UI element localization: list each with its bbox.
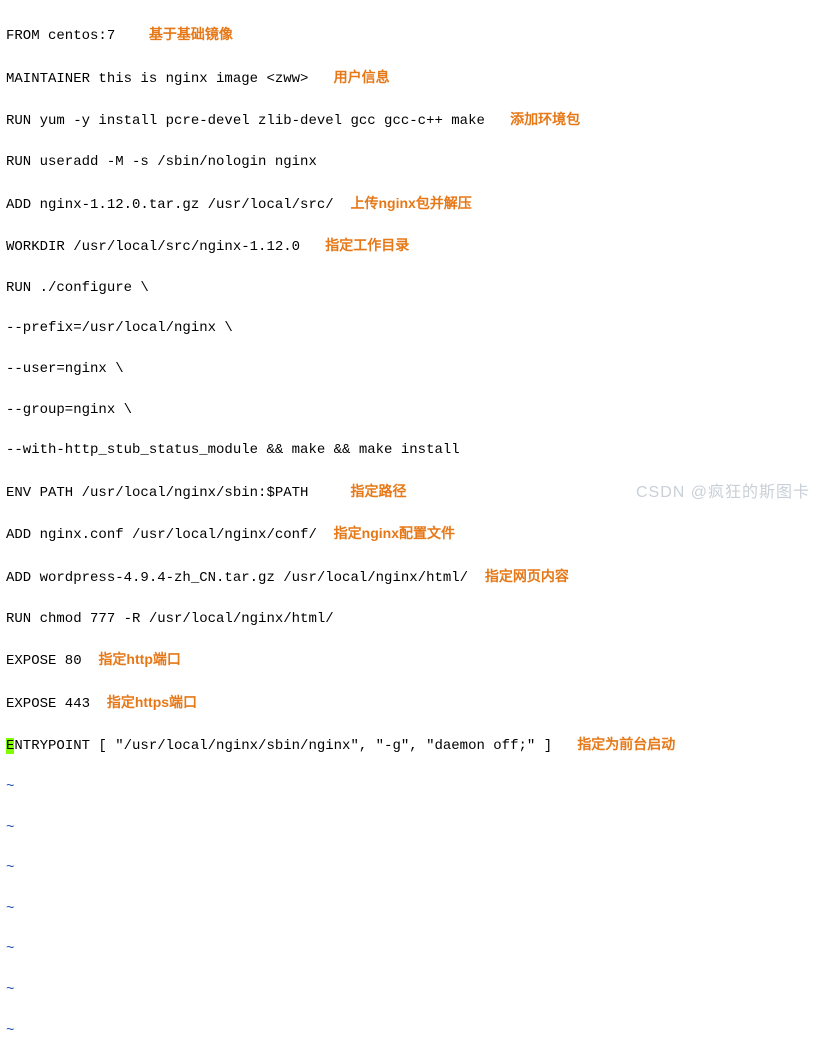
code-text: --user=nginx \: [6, 361, 124, 377]
code-line: ENV PATH /usr/local/nginx/sbin:$PATH 指定路…: [6, 481, 824, 503]
code-text: RUN useradd -M -s /sbin/nologin nginx: [6, 154, 317, 170]
code-text: ENV PATH /usr/local/nginx/sbin:$PATH: [6, 485, 308, 501]
code-line: WORKDIR /usr/local/src/nginx-1.12.0 指定工作…: [6, 235, 824, 257]
annotation: 用户信息: [334, 69, 390, 85]
annotation: 添加环境包: [510, 111, 580, 127]
code-line: RUN chmod 777 -R /usr/local/nginx/html/: [6, 609, 824, 629]
code-text: RUN yum -y install pcre-devel zlib-devel…: [6, 113, 485, 129]
code-text: ADD wordpress-4.9.4-zh_CN.tar.gz /usr/lo…: [6, 570, 468, 586]
code-line: RUN yum -y install pcre-devel zlib-devel…: [6, 109, 824, 131]
code-line: MAINTAINER this is nginx image <zww> 用户信…: [6, 67, 824, 89]
code-text: EXPOSE 80: [6, 653, 82, 669]
code-line: EXPOSE 443 指定https端口: [6, 692, 824, 714]
annotation: 指定nginx配置文件: [334, 525, 455, 541]
code-text: RUN ./configure \: [6, 280, 149, 296]
code-line: ADD nginx-1.12.0.tar.gz /usr/local/src/ …: [6, 193, 824, 215]
annotation: 指定网页内容: [485, 568, 569, 584]
annotation: 指定http端口: [98, 651, 180, 667]
empty-line-tilde: ~: [6, 777, 824, 797]
code-text: --group=nginx \: [6, 402, 132, 418]
annotation: 指定https端口: [107, 694, 197, 710]
annotation: 指定为前台启动: [577, 736, 675, 752]
code-text: WORKDIR /usr/local/src/nginx-1.12.0: [6, 239, 300, 255]
code-text: EXPOSE 443: [6, 696, 90, 712]
cursor: E: [6, 738, 14, 754]
empty-line-tilde: ~: [6, 899, 824, 919]
dockerfile-editor[interactable]: FROM centos:7 基于基础镜像 MAINTAINER this is …: [6, 4, 824, 1044]
annotation: 指定工作目录: [325, 237, 409, 253]
code-text: --prefix=/usr/local/nginx \: [6, 320, 233, 336]
annotation: 指定路径: [350, 483, 406, 499]
code-line: --user=nginx \: [6, 359, 824, 379]
code-text: RUN chmod 777 -R /usr/local/nginx/html/: [6, 611, 334, 627]
empty-line-tilde: ~: [6, 858, 824, 878]
code-line: RUN ./configure \: [6, 278, 824, 298]
code-line: RUN useradd -M -s /sbin/nologin nginx: [6, 152, 824, 172]
empty-line-tilde: ~: [6, 1021, 824, 1041]
annotation: 上传nginx包并解压: [350, 195, 471, 211]
code-line: ENTRYPOINT [ "/usr/local/nginx/sbin/ngin…: [6, 734, 824, 756]
code-text: --with-http_stub_status_module && make &…: [6, 442, 460, 458]
empty-line-tilde: ~: [6, 980, 824, 1000]
code-line: --prefix=/usr/local/nginx \: [6, 318, 824, 338]
code-text: NTRYPOINT [ "/usr/local/nginx/sbin/nginx…: [14, 738, 552, 754]
code-line: ADD wordpress-4.9.4-zh_CN.tar.gz /usr/lo…: [6, 566, 824, 588]
empty-line-tilde: ~: [6, 939, 824, 959]
empty-line-tilde: ~: [6, 818, 824, 838]
code-line: FROM centos:7 基于基础镜像: [6, 24, 824, 46]
code-text: ADD nginx-1.12.0.tar.gz /usr/local/src/: [6, 197, 334, 213]
code-text: MAINTAINER this is nginx image <zww>: [6, 71, 308, 87]
code-line: --group=nginx \: [6, 400, 824, 420]
code-text: FROM centos:7: [6, 28, 115, 44]
code-line: EXPOSE 80 指定http端口: [6, 649, 824, 671]
annotation: 基于基础镜像: [149, 26, 233, 42]
code-line: ADD nginx.conf /usr/local/nginx/conf/ 指定…: [6, 523, 824, 545]
code-text: ADD nginx.conf /usr/local/nginx/conf/: [6, 527, 317, 543]
code-line: --with-http_stub_status_module && make &…: [6, 440, 824, 460]
